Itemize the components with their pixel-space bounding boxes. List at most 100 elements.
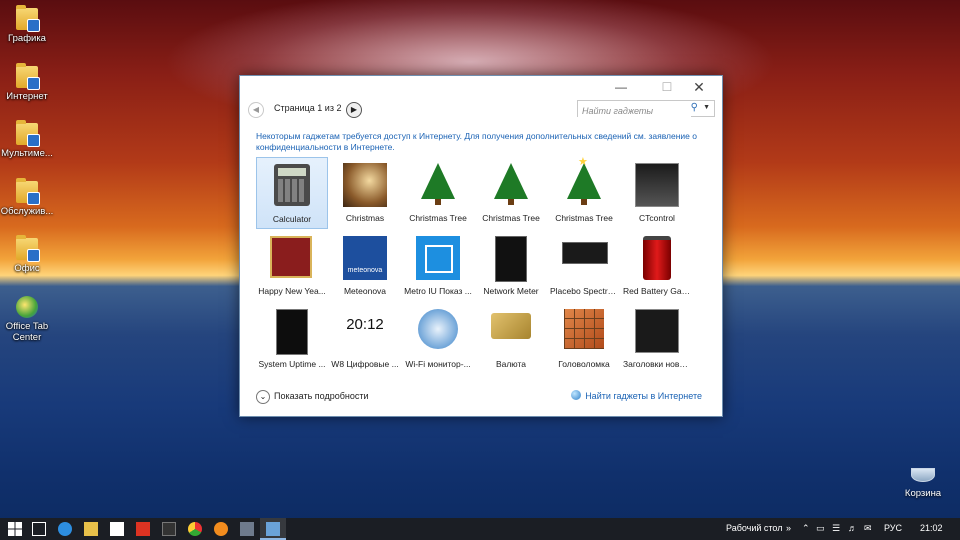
close-button[interactable]: ✕ — [684, 78, 714, 96]
gadget-label: Red Battery Gau... — [623, 286, 693, 296]
gadget-label: Заголовки новo... — [623, 359, 692, 369]
desktop-icon-multimedia[interactable]: Мультиме... — [0, 120, 54, 159]
gadget-tile-placebo-spectrum[interactable]: Placebo Spectru... — [548, 230, 620, 302]
show-details-label: Показать подробности — [274, 391, 369, 401]
gadget-tile-w8-clock[interactable]: 20:12 W8 Цифровые ... — [329, 303, 401, 375]
office-tab-icon — [16, 296, 38, 318]
firefox-icon[interactable] — [214, 522, 228, 536]
task-view-icon[interactable] — [32, 522, 46, 536]
gadget-label: Network Meter — [483, 286, 539, 296]
volume-icon[interactable]: ♬ — [848, 523, 857, 533]
recycle-bin-label: Корзина — [904, 488, 942, 499]
edge-browser-icon[interactable] — [58, 522, 72, 536]
minimize-button[interactable]: — — [606, 78, 636, 96]
calculator-icon — [274, 164, 310, 206]
title-bar: — ☐ ✕ — [240, 76, 722, 98]
news-headlines-icon — [635, 309, 679, 353]
gadget-tile-christmas[interactable]: Christmas — [329, 157, 401, 229]
gadget-tile-currency[interactable]: Валюта — [475, 303, 547, 375]
gadget-label: Happy New Yea... — [258, 286, 326, 296]
puzzle-icon — [564, 309, 604, 349]
gadget-tile-wifi-monitor[interactable]: Wi-Fi монитор-... — [402, 303, 474, 375]
gadget-label: Christmas Tree — [555, 213, 613, 223]
ctcontrol-icon — [635, 163, 679, 207]
show-hidden-icons-icon[interactable]: ⌃ — [802, 523, 810, 534]
toolbar-expand-icon[interactable]: » — [786, 523, 791, 533]
clock[interactable]: 21:02 — [920, 523, 943, 533]
gadget-label: W8 Цифровые ... — [331, 359, 399, 369]
gadget-label: Christmas Tree — [409, 213, 467, 223]
spectrum-icon — [562, 242, 608, 264]
desktop-toolbar-label[interactable]: Рабочий стол — [726, 523, 783, 533]
chrome-icon[interactable] — [188, 522, 202, 536]
maximize-button[interactable]: ☐ — [652, 78, 682, 96]
gadget-tile-happy-new-year[interactable]: Happy New Yea... — [256, 230, 328, 302]
folder-icon — [16, 120, 40, 147]
start-button-icon[interactable] — [8, 522, 22, 536]
app-red-icon[interactable] — [136, 522, 150, 536]
search-input[interactable] — [578, 103, 691, 119]
next-page-button[interactable]: ▶ — [346, 102, 362, 118]
gadget-label: Валюта — [495, 359, 527, 369]
dropdown-arrow-icon[interactable]: ▼ — [703, 104, 710, 111]
language-indicator[interactable]: РУС — [884, 523, 902, 533]
gadget-tile-network-meter[interactable]: Network Meter — [475, 230, 547, 302]
gadget-tile-calculator[interactable]: Calculator — [256, 157, 328, 229]
gadgets-window: — ☐ ✕ ◀ Страница 1 из 2 ▶ ⚲ ▼ Некоторым … — [239, 75, 723, 417]
gadget-tile-metro-iu[interactable]: Metro IU Показ ... — [402, 230, 474, 302]
desktop-icon-label: Офис — [14, 263, 40, 274]
gadget-label: Головоломка — [558, 359, 610, 369]
privacy-notice-link[interactable]: Некоторым гаджетам требуется доступ к Ин… — [256, 131, 706, 153]
gadget-label: Wi-Fi монитор-... — [405, 359, 471, 369]
meteonova-icon: meteonova — [343, 236, 387, 280]
taskbar: Рабочий стол » ⌃ ▭ ☰ ♬ ✉ РУС 21:02 — [0, 518, 960, 540]
gadget-label: Calculator — [272, 214, 312, 224]
gadget-tile-christmas-tree-2[interactable]: Christmas Tree — [475, 157, 547, 229]
digital-clock-icon: 20:12 — [346, 316, 384, 333]
gadget-tile-meteonova[interactable]: meteonova Meteonova — [329, 230, 401, 302]
battery-tray-icon[interactable]: ▭ — [816, 523, 825, 534]
show-details-button[interactable]: ⌄ Показать подробности — [256, 390, 368, 404]
find-gadgets-online-link[interactable]: Найти гаджеты в Интернете — [571, 390, 702, 401]
folder-icon — [16, 63, 40, 90]
media-app-icon[interactable] — [162, 522, 176, 536]
desktop-icon-office[interactable]: Офис — [0, 235, 54, 274]
file-explorer-icon[interactable] — [84, 522, 98, 536]
folder-icon — [16, 5, 40, 32]
desktop-icon-label: Графика — [8, 33, 46, 44]
gadgets-app-icon[interactable] — [266, 522, 280, 536]
gadget-label: Placebo Spectru... — [550, 286, 620, 296]
picture-icon — [416, 236, 460, 280]
gadget-tile-puzzle[interactable]: Головоломка — [548, 303, 620, 375]
monitor-app-icon[interactable] — [240, 522, 254, 536]
desktop-icon-service[interactable]: Обслужив... — [0, 178, 54, 217]
desktop-icon-office-tab-center[interactable]: Office Tab Center — [0, 296, 54, 343]
gadget-label: Christmas — [345, 213, 385, 223]
network-meter-icon — [495, 236, 527, 282]
prev-page-button[interactable]: ◀ — [248, 102, 264, 118]
desktop-icon-label: Интернет — [6, 91, 48, 102]
recycle-bin[interactable]: Корзина — [900, 468, 946, 499]
gadget-tile-system-uptime[interactable]: System Uptime ... — [256, 303, 328, 375]
desktop-icon-internet[interactable]: Интернет — [0, 63, 54, 102]
search-box: ⚲ ▼ — [577, 100, 715, 119]
christmas-photo-icon — [343, 163, 387, 207]
globe-icon — [571, 390, 582, 400]
store-icon[interactable] — [110, 522, 124, 536]
system-uptime-icon — [276, 309, 308, 355]
gadget-tile-ctcontrol[interactable]: CTcontrol — [621, 157, 693, 229]
gadget-tile-news-headlines[interactable]: Заголовки новo... — [621, 303, 693, 375]
currency-card-icon — [491, 313, 531, 339]
desktop-icon-grafika[interactable]: Графика — [0, 5, 54, 44]
recycle-bin-icon — [911, 468, 935, 482]
network-tray-icon[interactable]: ☰ — [832, 523, 840, 534]
notification-icon[interactable]: ✉ — [864, 523, 872, 534]
chevron-down-icon: ⌄ — [256, 390, 270, 404]
gadget-tile-christmas-tree-1[interactable]: Christmas Tree — [402, 157, 474, 229]
gadget-tile-red-battery[interactable]: Red Battery Gau... — [621, 230, 693, 302]
gadget-tile-christmas-tree-3[interactable]: Christmas Tree — [548, 155, 620, 229]
search-icon[interactable]: ⚲ — [691, 102, 698, 113]
find-gadgets-online-label: Найти гаджеты в Интернете — [585, 391, 702, 401]
gadget-label: Metro IU Показ ... — [404, 286, 472, 296]
folder-icon — [16, 178, 40, 205]
